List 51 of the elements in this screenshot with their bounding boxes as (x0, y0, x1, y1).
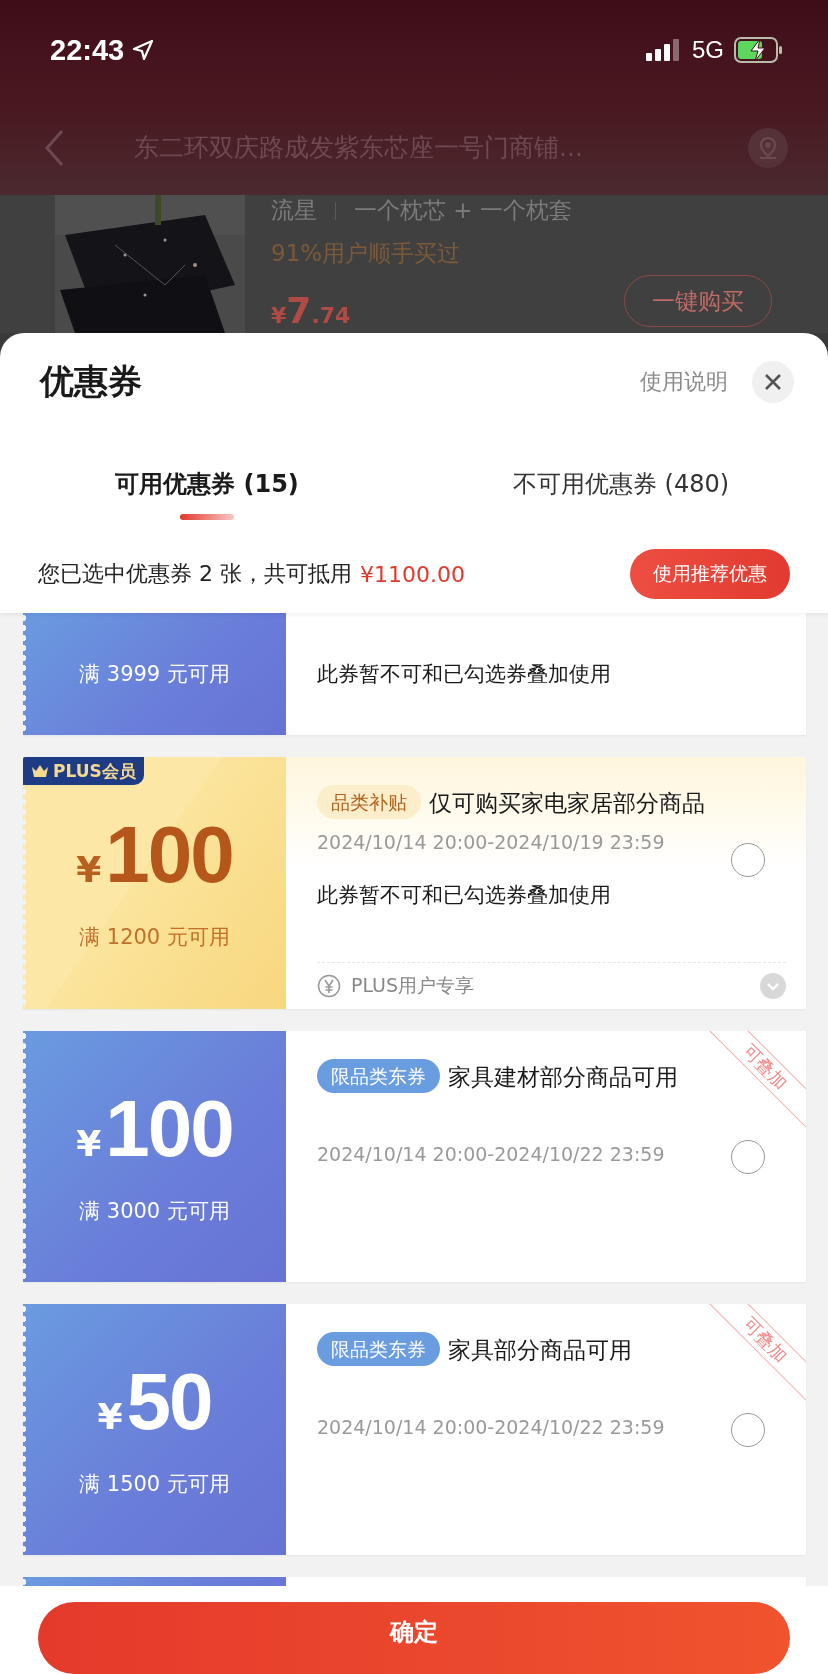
select-radio[interactable] (730, 1139, 765, 1174)
currency-symbol: ¥ (97, 1395, 123, 1437)
location-pin-icon (757, 135, 779, 160)
coupon-amount: 100 (105, 1088, 233, 1169)
validity-period: 2024/10/14 20:00-2024/10/22 23:59 (317, 1416, 666, 1438)
currency-symbol: ¥ (76, 1122, 102, 1164)
selection-summary: 您已选中优惠券 2 张，共可抵用 (38, 560, 352, 589)
coupon-condition: 满 3999 元可用 (79, 661, 230, 688)
back-chevron-icon[interactable] (44, 128, 64, 167)
coupon-tab[interactable]: 不可用优惠券 (480) (414, 431, 828, 536)
coupon-amount: 50 (126, 1361, 212, 1442)
purchase-stat: 91%用户顺手买过 (271, 239, 462, 268)
signal-icon (646, 39, 680, 61)
stacking-note: 此券暂不可和已勾选券叠加使用 (317, 882, 612, 909)
network-type: 5G (692, 36, 724, 64)
use-recommended-button[interactable]: 使用推荐优惠 (630, 549, 790, 600)
category-tag: 限品类东券 (317, 1059, 440, 1093)
product-price: ¥7.74 (271, 290, 351, 331)
crown-icon (31, 764, 49, 778)
coupon-condition: 满 1200 元可用 (79, 924, 230, 951)
location-button[interactable] (748, 127, 788, 168)
yuan-circle-icon (317, 974, 341, 998)
product-spec: 流星 (271, 196, 317, 225)
coupon-amount: 100 (105, 815, 233, 895)
chevron-down-icon[interactable] (760, 973, 786, 999)
sheet-title: 优惠券 (40, 360, 142, 404)
status-time: 22:43 (50, 33, 125, 67)
plus-exclusive-label: PLUS用户专享 (351, 973, 475, 998)
stacking-note: 此券暂不可和已勾选券叠加使用 (317, 661, 612, 688)
coupon-description: 限品类东券 家具部分商品可用 (317, 1328, 712, 1372)
coupon-condition: 满 1500 元可用 (79, 1470, 230, 1498)
confirm-button[interactable]: 确定 (38, 1602, 790, 1674)
coupon-tab[interactable]: 可用优惠券 (15) (0, 431, 414, 536)
category-tag: 品类补贴 (317, 785, 421, 819)
product-spec: 一个枕芯 + 一个枕套 (354, 196, 572, 225)
select-radio[interactable] (730, 1412, 765, 1447)
plus-member-badge: PLUS会员 (23, 757, 144, 785)
coupon-description: 限品类东券 家具建材部分商品可用 (317, 1055, 712, 1099)
discount-amount: ¥1100.00 (360, 561, 465, 587)
select-radio[interactable] (730, 842, 765, 877)
close-button[interactable] (752, 361, 794, 404)
category-tag: 限品类东券 (317, 1332, 440, 1366)
usage-instructions-link[interactable]: 使用说明 (640, 367, 728, 398)
battery-charging-icon (734, 37, 784, 63)
close-icon (764, 373, 782, 392)
currency-symbol: ¥ (76, 849, 102, 890)
coupon-description: 品类补贴 仅可购买家电家居部分商品 (317, 781, 712, 825)
location-arrow-icon (132, 39, 155, 61)
validity-period: 2024/10/14 20:00-2024/10/19 23:59 (317, 831, 666, 853)
coupon-condition: 满 3000 元可用 (79, 1197, 230, 1225)
validity-period: 2024/10/14 20:00-2024/10/22 23:59 (317, 1143, 666, 1165)
